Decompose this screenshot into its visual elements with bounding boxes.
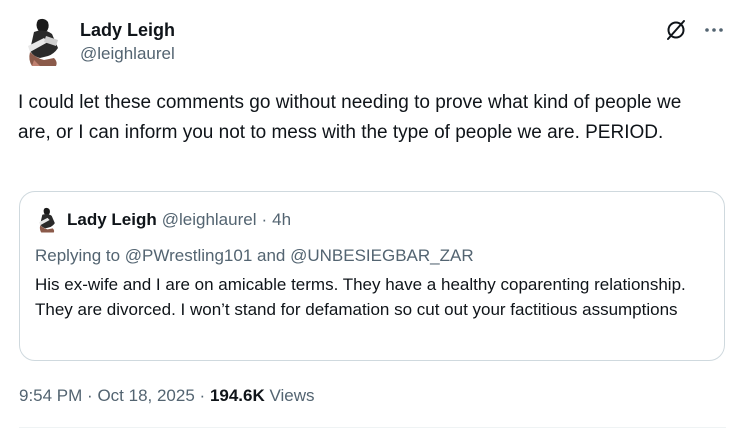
mention-pwrestling101[interactable]: @PWrestling101 bbox=[125, 246, 253, 265]
avatar[interactable] bbox=[20, 16, 66, 68]
replying-and: and bbox=[252, 246, 291, 265]
replying-prefix: Replying to bbox=[35, 246, 125, 265]
replying-to: Replying to @PWrestling101 and @UNBESIEG… bbox=[35, 244, 474, 268]
author-handle[interactable]: @leighlaurel bbox=[80, 42, 175, 66]
quote-avatar[interactable] bbox=[35, 206, 59, 234]
tweet-time[interactable]: 9:54 PM bbox=[19, 386, 82, 405]
divider bbox=[19, 427, 726, 428]
meta-separator: · bbox=[87, 386, 93, 405]
views-label: Views bbox=[269, 386, 315, 405]
quote-time[interactable]: 4h bbox=[272, 210, 291, 230]
tweet-header: Lady Leigh @leighlaurel bbox=[20, 16, 726, 70]
more-icon[interactable] bbox=[702, 18, 726, 42]
quote-text: His ex-wife and I are on amicable terms.… bbox=[35, 275, 686, 319]
quote-handle[interactable]: @leighlaurel bbox=[162, 210, 257, 230]
tweet-text: I could let these comments go without ne… bbox=[18, 92, 682, 143]
grok-icon[interactable] bbox=[664, 18, 688, 42]
author-display-name[interactable]: Lady Leigh bbox=[80, 18, 175, 42]
quote-display-name[interactable]: Lady Leigh bbox=[67, 210, 157, 230]
views-count: 194.6K bbox=[209, 386, 265, 405]
quote-separator: · bbox=[261, 210, 268, 229]
meta-separator-2: · bbox=[199, 386, 206, 405]
tweet-date[interactable]: Oct 18, 2025 bbox=[97, 386, 194, 405]
mention-unbesiegbar-zar[interactable]: @UNBESIEGBAR_ZAR bbox=[290, 246, 474, 265]
tweet-meta: 9:54 PM · Oct 18, 2025 · 194.6K Views bbox=[19, 384, 315, 408]
quoted-tweet[interactable]: Lady Leigh @leighlaurel · 4h Replying to… bbox=[19, 191, 725, 361]
